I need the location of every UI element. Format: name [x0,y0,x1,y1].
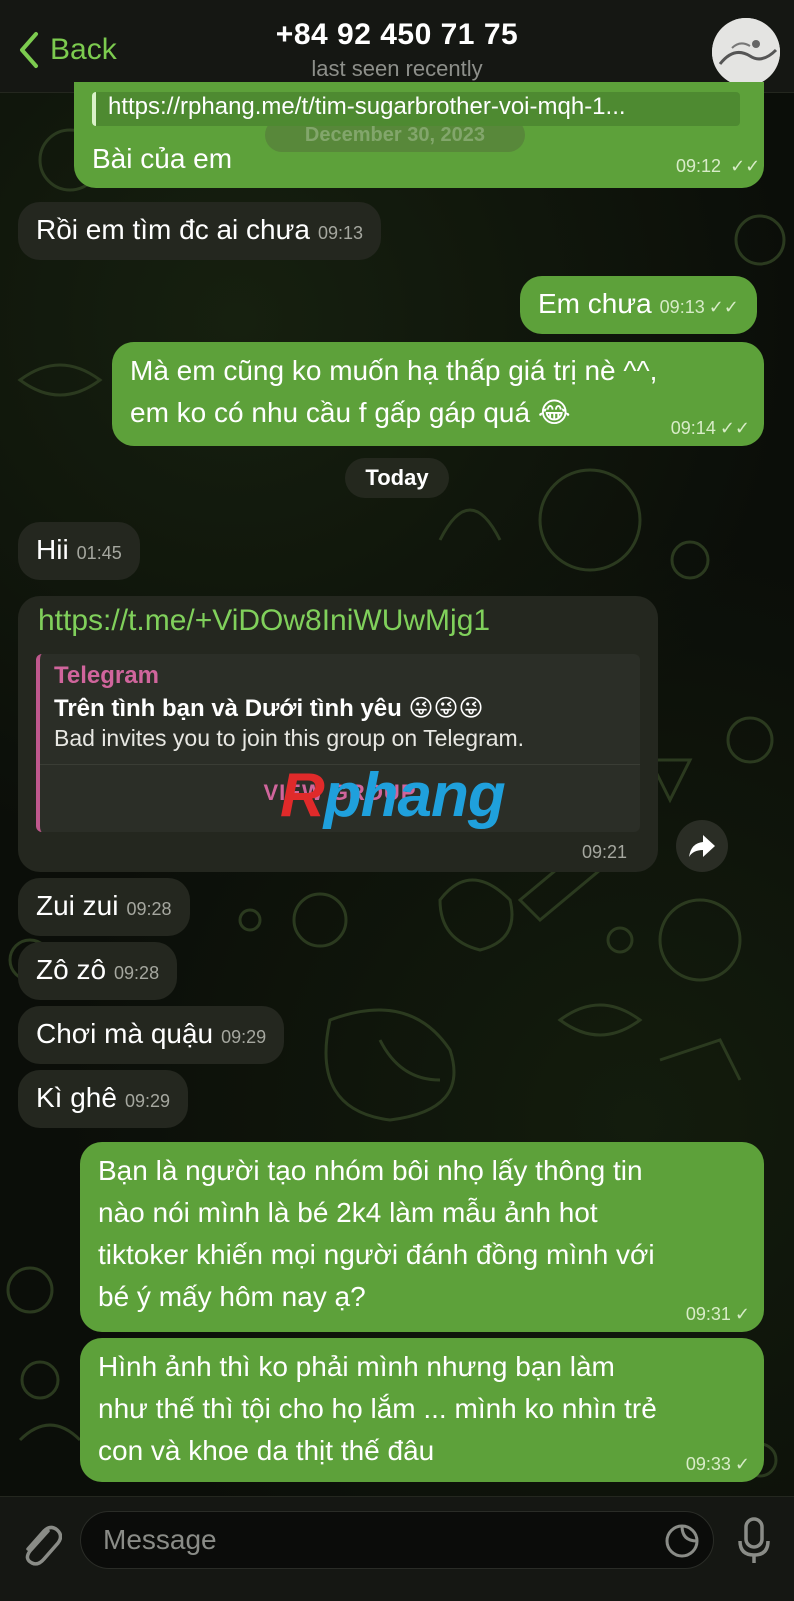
message-incoming[interactable]: Zui zui 09:28 [18,878,190,936]
message-text: Hii [36,534,69,565]
sent-check-icon: ✓ [734,1304,750,1324]
message-time: 09:29 [124,1091,170,1111]
message-outgoing[interactable]: Hình ảnh thì ko phải mình nhưng bạn làm … [80,1338,764,1482]
message-meta: 09:12 ✓✓ [676,156,760,177]
read-check-icon: ✓✓ [730,156,761,176]
last-seen-status: last seen recently [311,56,483,81]
message-text-line: Mà em cũng ko muốn hạ thấp giá trị nè ^^… [130,355,658,386]
contact-phone-title: +84 92 450 71 75 [275,18,519,51]
message-time: 09:13 [317,223,363,243]
message-meta: 09:14 ✓✓ [671,418,750,438]
preview-site-name: Telegram [54,662,159,689]
message-time: 09:31 [685,1304,731,1324]
message-meta: 09:33 ✓ [686,1454,750,1474]
message-time: 09:28 [126,899,172,919]
avatar[interactable] [712,18,780,86]
preview-title: Trên tình bạn và Dưới tình yêu 😜😜😜 [54,695,484,722]
message-time: 09:33 [685,1454,731,1474]
watermark-logo: Rphang [280,761,506,830]
share-button[interactable] [676,820,728,872]
message-text: Zô zô [36,954,107,985]
message-incoming[interactable]: Kì ghê 09:29 [18,1070,188,1128]
read-check-icon: ✓✓ [708,297,739,317]
message-meta: 09:31 ✓ [686,1304,750,1324]
message-time: 01:45 [76,543,122,563]
message-incoming[interactable]: Zô zô 09:28 [18,942,178,1000]
reply-quote-link[interactable]: https://rphang.me/t/tim-sugarbrother-voi… [92,92,740,126]
paperclip-icon[interactable] [18,1519,62,1569]
read-check-icon: ✓✓ [719,418,750,438]
avatar-image [712,18,780,86]
share-arrow-icon [689,835,715,857]
chat-header: Back +84 92 450 71 75 last seen recently [0,0,794,93]
message-time: 09:21 [582,842,628,862]
contact-info[interactable]: +84 92 450 71 75 last seen recently [0,18,794,82]
message-time: 09:14 [670,418,716,438]
message-text: Chơi mà quậu [36,1018,214,1049]
message-incoming[interactable]: Chơi mà quậu 09:29 [18,1006,285,1064]
microphone-icon[interactable] [734,1515,774,1567]
message-time: 09:12 [676,156,722,176]
message-text-line: tiktoker khiến mọi người đánh đồng mình … [98,1239,655,1270]
message-text: Bài của em [92,143,233,174]
message-outgoing[interactable]: Mà em cũng ko muốn hạ thấp giá trị nè ^^… [112,342,764,446]
message-time: 09:13 [659,297,705,317]
message-incoming[interactable]: Hii 01:45 [18,522,140,580]
message-text-line: Bạn là người tạo nhóm bôi nhọ lấy thông … [98,1155,643,1186]
message-time: 09:29 [221,1027,267,1047]
message-time: 09:28 [114,963,160,983]
message-text-line: như thế thì tội cho họ lắm ... mình ko n… [98,1393,657,1424]
message-text-line: nào nói mình là bé 2k4 làm mẫu ảnh hot [98,1197,598,1228]
message-text: Rồi em tìm đc ai chưa [36,214,310,245]
message-text: Kì ghê [36,1082,117,1113]
sticker-icon[interactable] [664,1523,700,1559]
message-text: Em chưa [538,288,652,319]
date-separator: Today [345,458,449,498]
message-outgoing[interactable]: Em chưa 09:13 ✓✓ [520,276,757,334]
sent-check-icon: ✓ [734,1454,750,1474]
message-outgoing[interactable]: Bạn là người tạo nhóm bôi nhọ lấy thông … [80,1142,764,1332]
message-input-bar: Message [0,1496,794,1601]
preview-description: Bad invites you to join this group on Te… [54,725,525,751]
message-input[interactable]: Message [80,1511,714,1569]
invite-link[interactable]: https://t.me/+ViDOw8IniWUwMjg1 [38,604,490,638]
message-incoming[interactable]: Rồi em tìm đc ai chưa 09:13 [18,202,381,260]
message-text-line: con và khoe da thịt thế đâu [98,1435,435,1466]
message-text-line: em ko có nhu cầu f gấp gáp quá 😂 [130,397,571,428]
message-text-line: bé ý mấy hôm nay ạ? [98,1281,366,1312]
message-text: Zui zui [36,890,119,921]
message-text-line: Hình ảnh thì ko phải mình nhưng bạn làm [98,1351,615,1382]
